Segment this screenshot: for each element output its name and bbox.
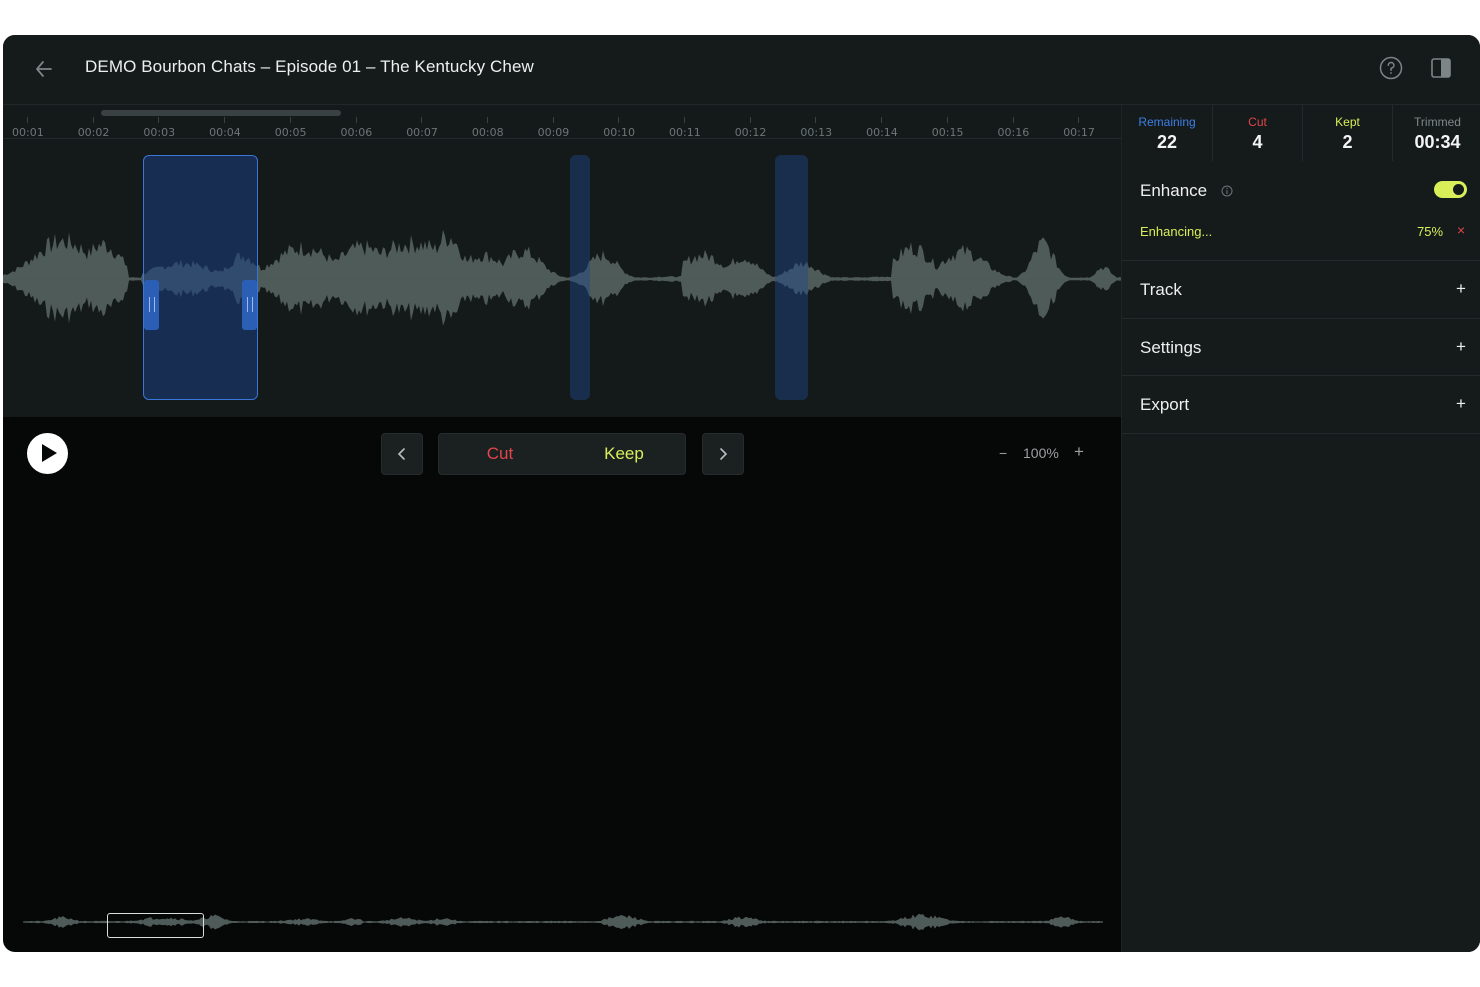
tick-mark — [486, 117, 488, 123]
tick-mark — [355, 117, 357, 123]
tick-mark — [289, 117, 291, 123]
tick-label: 00:17 — [1063, 126, 1095, 139]
minimap-viewport[interactable] — [107, 913, 204, 938]
tick-mark — [881, 117, 883, 123]
enhance-toggle[interactable] — [1434, 181, 1467, 198]
tick-label: 00:13 — [800, 126, 833, 139]
track-section[interactable]: Track + — [1122, 261, 1480, 319]
section-title: Settings — [1140, 338, 1202, 357]
info-icon[interactable] — [1221, 185, 1233, 197]
selected-cut-region[interactable] — [143, 155, 258, 400]
stat-value: 4 — [1252, 132, 1263, 152]
stats-bar: Remaining 22 Cut 4 Kept 2 Trimmed 00:34 — [1122, 105, 1480, 161]
help-icon[interactable] — [1379, 56, 1403, 80]
stat-label: Trimmed — [1414, 115, 1461, 129]
next-segment-button[interactable] — [702, 433, 744, 475]
tick-label: 00:02 — [77, 126, 110, 139]
stat-value: 2 — [1342, 132, 1353, 152]
tick-label: 00:08 — [471, 126, 504, 139]
stat-trimmed: Trimmed 00:34 — [1392, 105, 1480, 161]
episode-title: DEMO Bourbon Chats – Episode 01 – The Ke… — [85, 57, 534, 76]
previous-segment-button[interactable] — [381, 433, 423, 475]
enhance-section: Enhance Enhancing... 75% × — [1122, 161, 1480, 261]
tick-label: 00:03 — [143, 126, 176, 139]
cut-keep-toggle: Cut Keep — [438, 433, 686, 475]
region-end-handle[interactable] — [242, 280, 257, 330]
cancel-enhance-button[interactable]: × — [1457, 222, 1465, 238]
back-arrow-icon[interactable] — [31, 56, 57, 82]
region-start-handle[interactable] — [144, 280, 159, 330]
tick-mark — [158, 117, 160, 123]
stat-cut: Cut 4 — [1212, 105, 1302, 161]
enhance-title: Enhance — [1140, 181, 1208, 200]
tick-label: 00:10 — [603, 126, 635, 139]
stat-label: Remaining — [1138, 115, 1196, 129]
chevron-right-icon — [720, 448, 728, 460]
tick-mark — [92, 117, 94, 123]
tick-label: 00:04 — [209, 126, 241, 139]
cut-button[interactable]: Cut — [439, 434, 561, 474]
keep-button[interactable]: Keep — [561, 434, 687, 474]
tick-label: 00:14 — [866, 126, 898, 139]
tick-label: 00:15 — [931, 126, 964, 139]
tick-mark — [421, 117, 423, 123]
tick-label: 00:12 — [734, 126, 767, 139]
zoom-out-button[interactable]: − — [999, 445, 1007, 461]
tick-mark — [815, 117, 817, 123]
tick-label: 00:11 — [669, 126, 701, 139]
time-ruler: 00:01 00:02 00:03 00:04 00:05 00:06 00:07 00:08… — [3, 117, 1121, 139]
app-window: DEMO Bourbon Chats – Episode 01 – The Ke… — [3, 35, 1480, 952]
chevron-left-icon — [397, 448, 405, 460]
expand-track-button[interactable]: + — [1456, 279, 1466, 299]
tick-mark — [1078, 117, 1080, 123]
tick-mark — [684, 117, 685, 123]
timeline-scrollbar[interactable] — [101, 110, 341, 116]
tick-mark — [749, 117, 751, 123]
section-title: Track — [1140, 280, 1182, 299]
waveform-timeline[interactable]: 00:01 00:02 00:03 00:04 00:05 00:06 00:07 00:08… — [3, 105, 1121, 417]
tick-mark — [1012, 117, 1014, 123]
tick-mark — [552, 117, 554, 123]
enhance-status: Enhancing... — [1140, 224, 1213, 239]
tick-label: 00:09 — [537, 126, 570, 139]
stat-value: 00:34 — [1414, 132, 1461, 152]
tick-label: 00:07 — [406, 126, 438, 139]
expand-settings-button[interactable]: + — [1456, 337, 1466, 357]
tick-label: 00:01 — [12, 126, 44, 139]
tick-mark — [27, 117, 28, 123]
toggle-sidebar-icon[interactable] — [1429, 56, 1453, 80]
tick-label: 00:16 — [997, 126, 1030, 139]
export-section[interactable]: Export + — [1122, 376, 1480, 434]
tick-mark — [224, 117, 226, 123]
stat-remaining: Remaining 22 — [1122, 105, 1212, 161]
tick-label: 00:05 — [274, 126, 307, 139]
play-button[interactable] — [27, 433, 68, 474]
stat-value: 22 — [1156, 132, 1178, 152]
header-bar: DEMO Bourbon Chats – Episode 01 – The Ke… — [3, 35, 1480, 105]
section-title: Export — [1140, 395, 1190, 414]
zoom-in-button[interactable]: + — [1074, 442, 1084, 462]
stat-label: Kept — [1335, 115, 1360, 129]
settings-section[interactable]: Settings + — [1122, 319, 1480, 376]
cut-region[interactable] — [775, 155, 808, 400]
cut-region[interactable] — [570, 155, 590, 400]
right-sidebar: Remaining 22 Cut 4 Kept 2 Trimmed 00:34 … — [1121, 105, 1480, 952]
stat-kept: Kept 2 — [1302, 105, 1392, 161]
stat-label: Cut — [1248, 115, 1267, 129]
expand-export-button[interactable]: + — [1456, 394, 1466, 414]
zoom-level: 100% — [1023, 445, 1059, 461]
tick-label: 00:06 — [340, 126, 373, 139]
tick-mark — [618, 117, 620, 123]
tick-mark — [946, 117, 948, 123]
enhance-progress: 75% — [1417, 224, 1444, 239]
